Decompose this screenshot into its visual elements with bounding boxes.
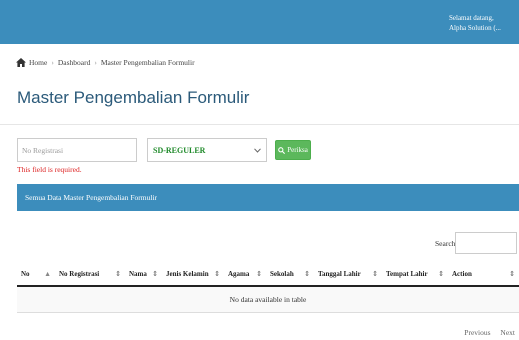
greeting-line-1: Selamat datang, (449, 14, 494, 22)
title-divider (0, 124, 519, 125)
search-button-label: Periksa (287, 146, 308, 154)
program-select[interactable]: SD-REGULER (147, 138, 267, 162)
next-page-button[interactable]: Next (500, 328, 515, 337)
program-select-value: SD-REGULER (153, 145, 206, 155)
table-search-input[interactable] (455, 232, 517, 254)
column-header-tanggal-lahir[interactable]: Tanggal Lahir ⇕ (314, 262, 382, 287)
column-header-jenis-kelamin[interactable]: Jenis Kelamin ⇕ (162, 262, 224, 287)
registration-number-input[interactable] (17, 138, 137, 162)
column-header-tempat-lahir[interactable]: Tempat Lahir ⇕ (382, 262, 448, 287)
sort-icon: ⇕ (372, 270, 378, 278)
breadcrumb-separator: › (94, 57, 97, 67)
sort-icon: ⇕ (115, 270, 121, 278)
breadcrumb-dashboard[interactable]: Dashboard (58, 58, 91, 67)
page-title: Master Pengembalian Formulir (17, 88, 250, 107)
empty-table-message: No data available in table (17, 286, 519, 313)
table-header-row: No ▲ No Registrasi ⇕ Nama ⇕ Jenis Kelamin ⇕ … (17, 262, 519, 287)
sort-icon: ⇕ (256, 270, 262, 278)
breadcrumb-home[interactable]: Home (29, 58, 47, 67)
previous-page-button[interactable]: Previous (464, 328, 490, 337)
user-greeting[interactable]: Selamat datang, Alpha Solution (... (449, 13, 509, 33)
search-icon (278, 146, 286, 154)
sort-icon: ⇕ (509, 270, 515, 278)
column-header-no[interactable]: No ▲ (17, 262, 55, 287)
greeting-line-2: Alpha Solution (... (449, 24, 501, 32)
breadcrumb-current: Master Pengembalian Formulir (100, 57, 195, 67)
sort-icon: ⇕ (152, 270, 158, 278)
home-icon (16, 57, 26, 67)
column-header-no-registrasi[interactable]: No Registrasi ⇕ (55, 262, 125, 287)
sort-icon: ⇕ (214, 270, 220, 278)
table-row: No data available in table (17, 286, 519, 313)
panel-title: Semua Data Master Pengembalian Formulir (25, 193, 158, 202)
sort-asc-icon: ▲ (44, 270, 51, 278)
validation-error: This field is required. (17, 165, 82, 174)
pagination: Previous Next (456, 328, 515, 337)
chevron-down-icon (254, 147, 261, 153)
breadcrumb-separator: › (51, 57, 54, 67)
column-header-agama[interactable]: Agama ⇕ (224, 262, 266, 287)
top-navbar: Selamat datang, Alpha Solution (... (0, 0, 519, 44)
column-header-sekolah[interactable]: Sekolah ⇕ (266, 262, 314, 287)
panel-header: Semua Data Master Pengembalian Formulir (17, 184, 519, 211)
column-header-action[interactable]: Action ⇕ (448, 262, 519, 287)
sort-icon: ⇕ (304, 270, 310, 278)
sort-icon: ⇕ (438, 270, 444, 278)
column-header-nama[interactable]: Nama ⇕ (125, 262, 162, 287)
search-button[interactable]: Periksa (275, 140, 311, 160)
data-table: No ▲ No Registrasi ⇕ Nama ⇕ Jenis Kelamin ⇕ … (17, 262, 519, 313)
breadcrumb: Home › Dashboard › Master Pengembalian F… (16, 56, 195, 68)
